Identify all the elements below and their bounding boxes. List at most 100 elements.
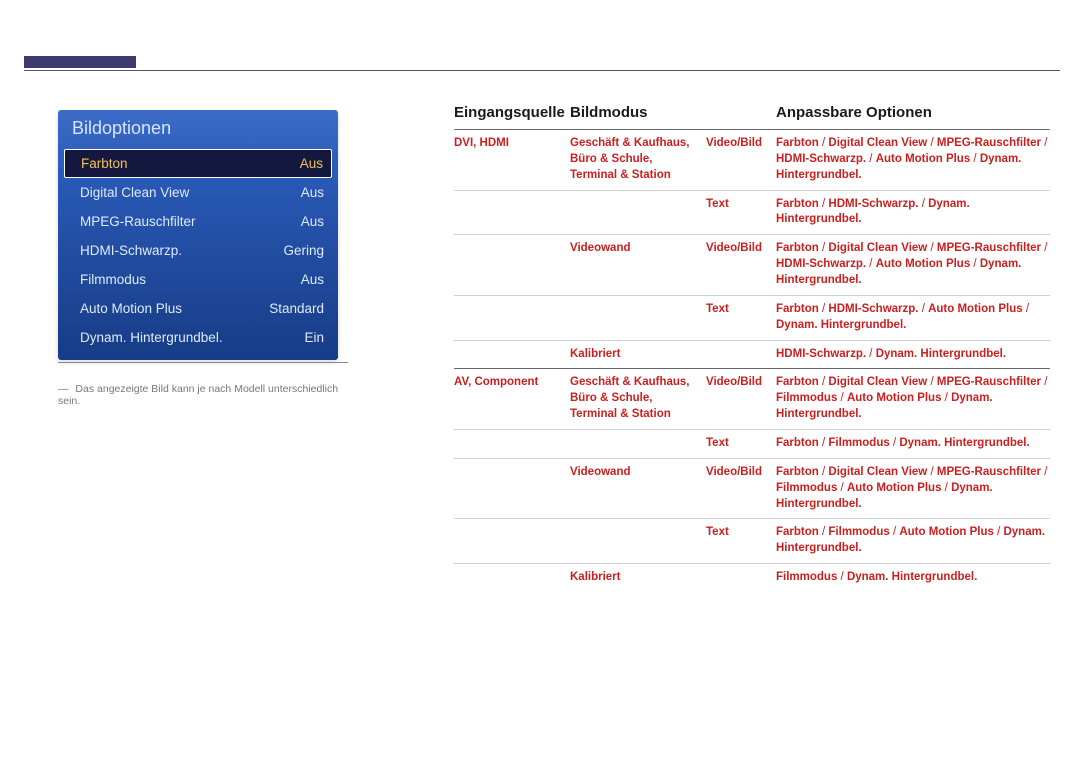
cell-options: Farbton / Digital Clean View / MPEG-Raus… (776, 136, 1050, 184)
menu-item-label: Farbton (81, 156, 128, 171)
menu-item[interactable]: Farbton Aus (64, 149, 332, 178)
separator: / (819, 526, 829, 538)
menu-item-label: MPEG-Rauschfilter (80, 214, 196, 229)
col-adjustable-options: Anpassbare Optionen (776, 104, 1050, 121)
option-value: Dynam. Hintergrundbel. (876, 348, 1006, 360)
menu-item[interactable]: Digital Clean View Aus (58, 178, 338, 207)
cell-input-source (454, 436, 570, 452)
cell-options: Filmmodus / Dynam. Hintergrundbel. (776, 570, 1050, 586)
separator: / (1041, 466, 1047, 478)
col-input-source: Eingangsquelle (454, 104, 570, 121)
option-value: MPEG-Rauschfilter (937, 137, 1041, 149)
cell-subtype (706, 570, 776, 586)
option-value: Farbton (776, 466, 819, 478)
separator: / (1023, 303, 1029, 315)
cell-picture-mode: Geschäft & Kaufhaus, Büro & Schule, Term… (570, 375, 706, 423)
table-row: Kalibriert HDMI-Schwarzp. / Dynam. Hinter… (454, 340, 1050, 369)
separator: / (819, 437, 829, 449)
option-value: HDMI-Schwarzp. (776, 258, 866, 270)
separator: / (837, 482, 847, 494)
option-value: Dynam. Hintergrundbel. (899, 437, 1029, 449)
separator: / (1041, 376, 1047, 388)
option-value: Filmmodus (776, 571, 837, 583)
option-value: Digital Clean View (828, 466, 927, 478)
separator: / (927, 137, 937, 149)
menu-item-label: Digital Clean View (80, 185, 189, 200)
cell-input-source (454, 302, 570, 334)
cell-input-source (454, 570, 570, 586)
menu-item[interactable]: Dynam. Hintergrundbel.Ein (58, 323, 338, 352)
option-value: Farbton (776, 198, 819, 210)
cell-input-source: AV, Component (454, 375, 570, 423)
option-value: Digital Clean View (828, 242, 927, 254)
separator: / (819, 198, 829, 210)
cell-options: Farbton / Digital Clean View / MPEG-Raus… (776, 465, 1050, 513)
cell-subtype: Text (706, 302, 776, 334)
header-divider (24, 70, 1060, 71)
cell-subtype: Text (706, 197, 776, 229)
separator: / (890, 437, 900, 449)
option-value: Filmmodus (776, 392, 837, 404)
separator: / (941, 482, 951, 494)
separator: / (819, 466, 829, 478)
option-value: HDMI-Schwarzp. (828, 198, 918, 210)
menu-item[interactable]: Auto Motion Plus Standard (58, 294, 338, 323)
menu-item-label: HDMI-Schwarzp. (80, 243, 182, 258)
cell-picture-mode: Kalibriert (570, 347, 706, 363)
menu-item-value: Standard (269, 301, 324, 316)
cell-subtype: Text (706, 436, 776, 452)
option-value: Auto Motion Plus (876, 258, 971, 270)
option-value: HDMI-Schwarzp. (828, 303, 918, 315)
cell-picture-mode: Videowand (570, 465, 706, 513)
cell-options: Farbton / Digital Clean View / MPEG-Raus… (776, 241, 1050, 289)
separator: / (927, 242, 937, 254)
footnote-text: Das angezeigte Bild kann je nach Modell … (58, 383, 338, 407)
cell-input-source: DVI, HDMI (454, 136, 570, 184)
option-value: Auto Motion Plus (928, 303, 1023, 315)
option-value: Auto Motion Plus (847, 392, 942, 404)
menu-item[interactable]: HDMI-Schwarzp.Gering (58, 236, 338, 265)
menu-title: Bildoptionen (58, 110, 338, 149)
col-picture-mode: Bildmodus (570, 104, 706, 121)
footnote: ― Das angezeigte Bild kann je nach Model… (58, 362, 348, 407)
separator: / (927, 466, 937, 478)
option-value: Farbton (776, 437, 819, 449)
menu-item-value: Aus (301, 185, 324, 200)
option-value: Farbton (776, 376, 819, 388)
cell-subtype: Video/Bild (706, 465, 776, 513)
separator: / (927, 376, 937, 388)
separator: / (837, 571, 847, 583)
separator: / (866, 153, 876, 165)
cell-picture-mode: Geschäft & Kaufhaus, Büro & Schule, Term… (570, 136, 706, 184)
table-row: AV, ComponentGeschäft & Kaufhaus, Büro &… (454, 368, 1050, 429)
menu-item-label: Auto Motion Plus (80, 301, 182, 316)
separator: / (1041, 137, 1047, 149)
option-value: MPEG-Rauschfilter (937, 466, 1041, 478)
separator: / (970, 258, 980, 270)
cell-subtype: Text (706, 525, 776, 557)
cell-options: HDMI-Schwarzp. / Dynam. Hintergrundbel. (776, 347, 1050, 363)
table-header: Eingangsquelle Bildmodus Anpassbare Opti… (454, 104, 1050, 129)
option-value: Digital Clean View (828, 376, 927, 388)
table-row: TextFarbton / HDMI-Schwarzp. / Auto Moti… (454, 295, 1050, 340)
separator: / (866, 348, 876, 360)
cell-picture-mode (570, 436, 706, 452)
option-value: Filmmodus (828, 526, 889, 538)
menu-item[interactable]: FilmmodusAus (58, 265, 338, 294)
separator: / (941, 392, 951, 404)
cell-picture-mode: Kalibriert (570, 570, 706, 586)
separator: / (819, 303, 829, 315)
table-row: Kalibriert Filmmodus / Dynam. Hintergrund… (454, 563, 1050, 592)
cell-subtype: Video/Bild (706, 241, 776, 289)
menu-item-value: Aus (300, 156, 323, 171)
option-value: Farbton (776, 242, 819, 254)
table-row: VideowandVideo/BildFarbton / Digital Cle… (454, 458, 1050, 519)
menu-item[interactable]: MPEG-RauschfilterAus (58, 207, 338, 236)
cell-options: Farbton / Digital Clean View / MPEG-Raus… (776, 375, 1050, 423)
table-row: TextFarbton / Filmmodus / Auto Motion Pl… (454, 518, 1050, 563)
cell-subtype: Video/Bild (706, 136, 776, 184)
header-accent-bar (24, 56, 136, 68)
option-value: Filmmodus (828, 437, 889, 449)
option-value: Auto Motion Plus (847, 482, 942, 494)
option-value: MPEG-Rauschfilter (937, 376, 1041, 388)
